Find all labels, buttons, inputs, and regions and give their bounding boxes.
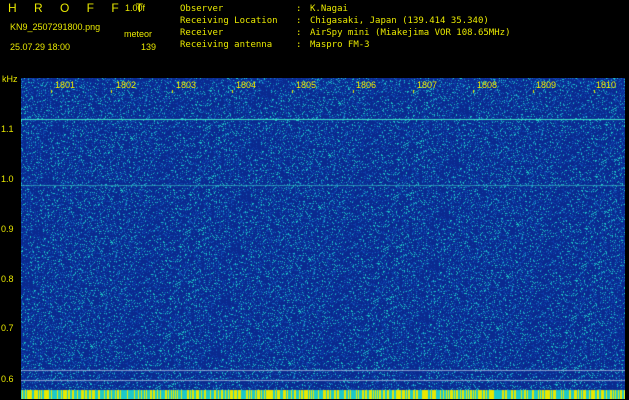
x-tick-label: 1810 (596, 80, 617, 90)
y-tick-label: 1.1 (1, 124, 14, 134)
info-row-location: Receiving Location: Chigasaki, Japan (139… (180, 16, 489, 26)
meteor-count: 139 (141, 42, 157, 52)
y-tick-label: 0.6 (1, 374, 14, 384)
meteor-label: meteor (124, 29, 153, 39)
y-tick-label: 0.7 (1, 323, 14, 333)
y-tick-label: 0.8 (1, 274, 14, 284)
x-tick-label: 1808 (477, 80, 498, 90)
x-tick-label: 1805 (296, 80, 317, 90)
timestamp: 25.07.29 18:00 (10, 42, 71, 52)
y-tick-label: 1.0 (1, 174, 14, 184)
y-unit-label: kHz (2, 74, 18, 84)
y-tick-label: 0.9 (1, 224, 14, 234)
x-tick-label: 1807 (417, 80, 438, 90)
x-tick-label: 1806 (356, 80, 377, 90)
info-row-antenna: Receiving antenna: Maspro FM-3 (180, 40, 370, 50)
x-tick-label: 1801 (55, 80, 76, 90)
x-tick-label: 1809 (536, 80, 557, 90)
spectrogram-canvas (21, 78, 625, 399)
file-name: KN9_2507291800.png (10, 22, 101, 32)
x-tick-label: 1804 (236, 80, 257, 90)
header-panel: H R O F F T 1.00f KN9_2507291800.png met… (0, 0, 629, 76)
info-block: Observer: K.Nagai Receiving Location: Chig… (180, 3, 510, 51)
x-tick-label: 1802 (116, 80, 137, 90)
spectrogram (21, 78, 625, 399)
info-row-observer: Observer: K.Nagai (180, 4, 348, 14)
version-label: 1.00f (125, 3, 146, 13)
x-tick-label: 1803 (176, 80, 197, 90)
info-row-receiver: Receiver: AirSpy mini (Miakejima VOR 108.… (180, 28, 511, 38)
